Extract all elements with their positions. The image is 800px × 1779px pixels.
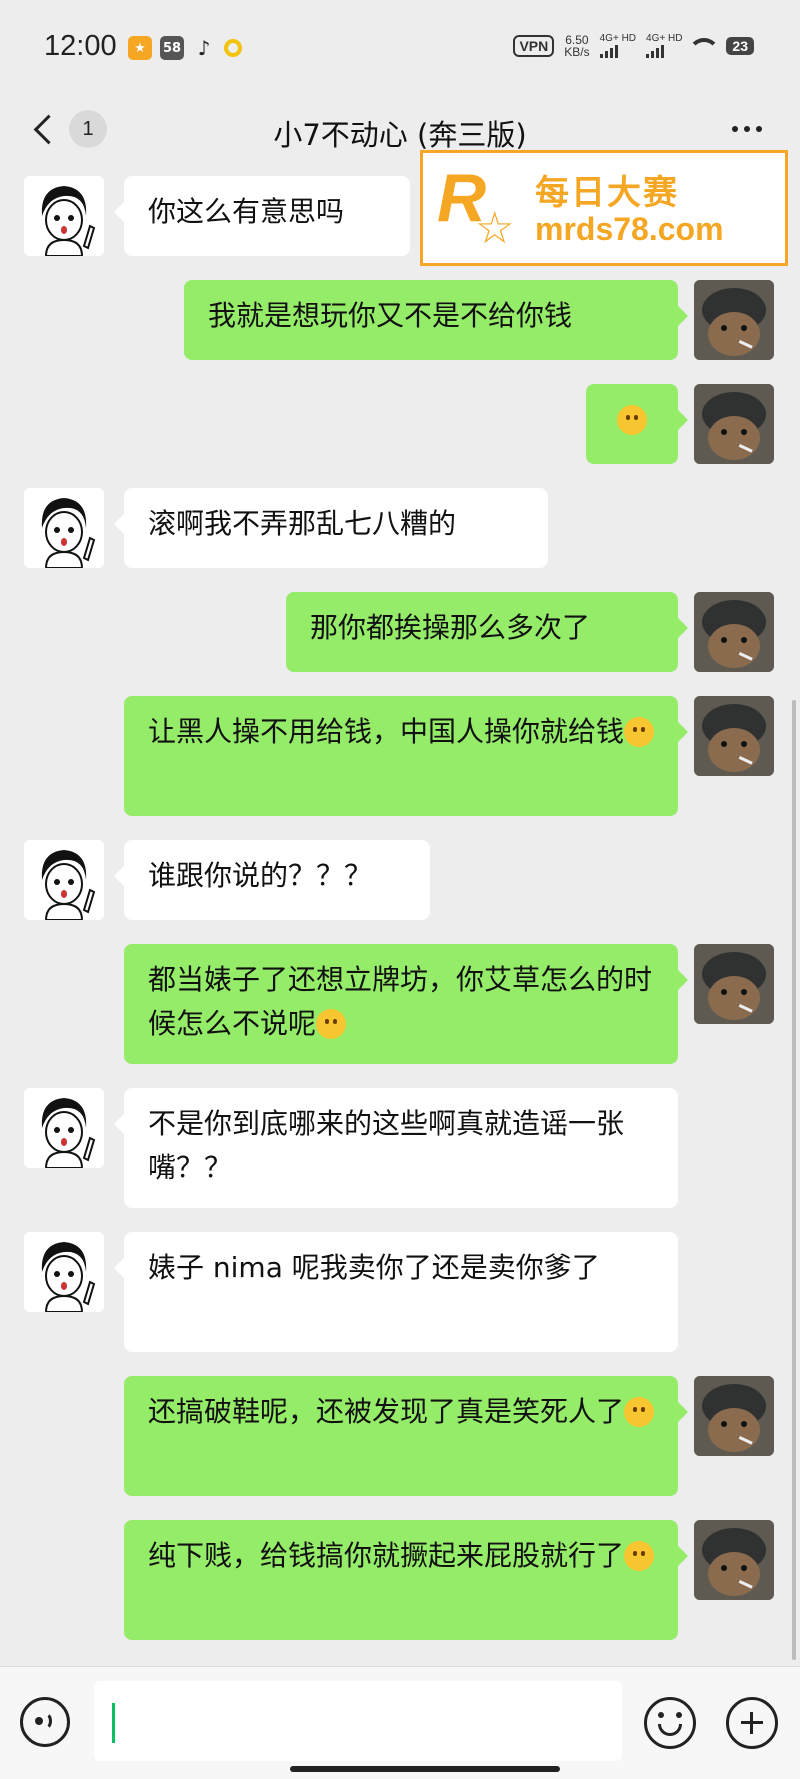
watermark-url: mrds78.com xyxy=(535,211,724,247)
girl-avatar-icon xyxy=(41,186,96,256)
hamster-avatar-icon xyxy=(694,280,774,360)
message-bubble[interactable]: 还搞破鞋呢，还被发现了真是笑死人了 xyxy=(124,1376,688,1496)
message-text: 还搞破鞋呢，还被发现了真是笑死人了 xyxy=(148,1395,625,1428)
voice-icon[interactable] xyxy=(20,1697,70,1747)
scrollbar[interactable] xyxy=(792,700,796,1660)
message-bubble[interactable]: 那你都挨操那么多次了 xyxy=(286,592,688,672)
app-icon: ★ xyxy=(128,36,152,60)
message-text: 我就是想玩你又不是不给你钱 xyxy=(208,299,573,332)
status-bar: 12:00 ★ 58 ♪ VPN 6.50 KB/s 4G+ HD 4G+ HD… xyxy=(0,0,800,100)
money-mouth-emoji-icon xyxy=(617,405,647,435)
watermark-title: 每日大赛 xyxy=(535,173,679,213)
vpn-icon: VPN xyxy=(513,35,555,57)
text-cursor xyxy=(112,1703,115,1743)
hamster-avatar-icon xyxy=(694,1520,774,1600)
thinking-emoji-icon xyxy=(316,1009,347,1039)
plus-icon[interactable] xyxy=(726,1697,778,1749)
girl-avatar-icon xyxy=(41,1098,96,1168)
hamster-avatar-icon xyxy=(694,592,774,672)
message-input[interactable] xyxy=(94,1681,622,1761)
signal-1-label: 4G+ HD xyxy=(599,33,637,44)
contact-avatar[interactable] xyxy=(24,840,104,920)
input-bar xyxy=(0,1666,800,1779)
network-speed: 6.50 KB/s xyxy=(564,34,589,58)
contact-avatar[interactable] xyxy=(24,488,104,568)
message-bubble[interactable]: 你这么有意思吗 xyxy=(114,176,410,256)
more-dot-icon xyxy=(744,126,750,132)
message-bubble[interactable]: 我就是想玩你又不是不给你钱 xyxy=(184,280,688,360)
message-bubble[interactable]: 谁跟你说的？？？ xyxy=(114,840,430,920)
my-avatar[interactable] xyxy=(694,944,774,1024)
hamster-avatar-icon xyxy=(694,944,774,1024)
girl-avatar-icon xyxy=(41,850,96,920)
signal-1: 4G+ HD xyxy=(599,33,637,58)
message-bubble[interactable]: 婊子 nima 呢我卖你了还是卖你爹了 xyxy=(114,1232,678,1352)
my-avatar[interactable] xyxy=(694,1376,774,1456)
hamster-avatar-icon xyxy=(694,696,774,776)
laughing-emoji-icon xyxy=(624,1397,655,1427)
message-bubble[interactable]: 滚啊我不弄那乱七八糟的 xyxy=(114,488,548,568)
my-avatar[interactable] xyxy=(694,280,774,360)
message-text: 都当婊子了还想立牌坊，你艾草怎么的时候怎么不说呢 xyxy=(148,963,653,1040)
contact-avatar[interactable] xyxy=(24,176,104,256)
my-avatar[interactable] xyxy=(694,384,774,464)
wifi-icon xyxy=(692,36,717,56)
signal-1-icon xyxy=(599,44,636,58)
chat-title: 小7不动心 (奔三版) xyxy=(273,118,527,152)
message-text: 那你都挨操那么多次了 xyxy=(310,611,591,644)
message-bubble[interactable]: 都当婊子了还想立牌坊，你艾草怎么的时候怎么不说呢 xyxy=(124,944,688,1064)
signal-2-label: 4G+ HD xyxy=(646,33,683,44)
watermark-logo: R ☆ 每日大赛 mrds78.com xyxy=(420,150,788,266)
message-bubble[interactable] xyxy=(586,384,688,464)
girl-avatar-icon xyxy=(41,1242,96,1312)
message-text: 谁跟你说的？？？ xyxy=(148,859,373,892)
signal-2-icon xyxy=(646,44,682,58)
status-app-icons: ★ 58 ♪ xyxy=(128,36,242,60)
contact-avatar[interactable] xyxy=(24,1088,104,1168)
message-text: 不是你到底哪来的这些啊真就造谣一张嘴？？ xyxy=(148,1107,625,1184)
watermark-r-star-icon: R ☆ xyxy=(433,160,523,254)
message-text: 纯下贱，给钱搞你就撅起来屁股就行了 xyxy=(148,1539,625,1572)
star-icon: ☆ xyxy=(475,203,515,254)
status-right: VPN 6.50 KB/s 4G+ HD 4G+ HD 23 xyxy=(513,34,754,58)
signal-2: 4G+ HD xyxy=(646,34,682,58)
my-avatar[interactable] xyxy=(694,1520,774,1600)
message-text: 婊子 nima 呢我卖你了还是卖你爹了 xyxy=(148,1251,600,1284)
my-avatar[interactable] xyxy=(694,696,774,776)
home-indicator[interactable] xyxy=(290,1766,560,1772)
message-text: 让黑人操不用给钱，中国人操你就给钱 xyxy=(148,715,625,748)
speed-unit: KB/s xyxy=(564,45,590,59)
battery-icon: 23 xyxy=(726,37,754,55)
tiktok-icon: ♪ xyxy=(197,36,211,60)
message-text: 你这么有意思吗 xyxy=(148,195,345,228)
message-bubble[interactable]: 让黑人操不用给钱，中国人操你就给钱 xyxy=(124,696,688,816)
status-time: 12:00 xyxy=(44,30,117,62)
girl-avatar-icon xyxy=(41,498,96,568)
more-options-button[interactable] xyxy=(732,126,762,132)
thinking-emoji-icon xyxy=(624,1541,655,1571)
emoji-icon[interactable] xyxy=(644,1697,696,1749)
more-dot-icon xyxy=(732,126,738,132)
more-dot-icon xyxy=(756,126,762,132)
message-bubble[interactable]: 纯下贱，给钱搞你就撅起来屁股就行了 xyxy=(124,1520,688,1640)
message-text: 滚啊我不弄那乱七八糟的 xyxy=(148,507,457,540)
contact-avatar[interactable] xyxy=(24,1232,104,1312)
message-bubble[interactable]: 不是你到底哪来的这些啊真就造谣一张嘴？？ xyxy=(114,1088,678,1208)
58-icon: 58 xyxy=(160,36,184,60)
thinking-emoji-icon xyxy=(624,717,655,747)
hamster-avatar-icon xyxy=(694,384,774,464)
my-avatar[interactable] xyxy=(694,592,774,672)
ring-icon xyxy=(224,39,242,57)
hamster-avatar-icon xyxy=(694,1376,774,1456)
